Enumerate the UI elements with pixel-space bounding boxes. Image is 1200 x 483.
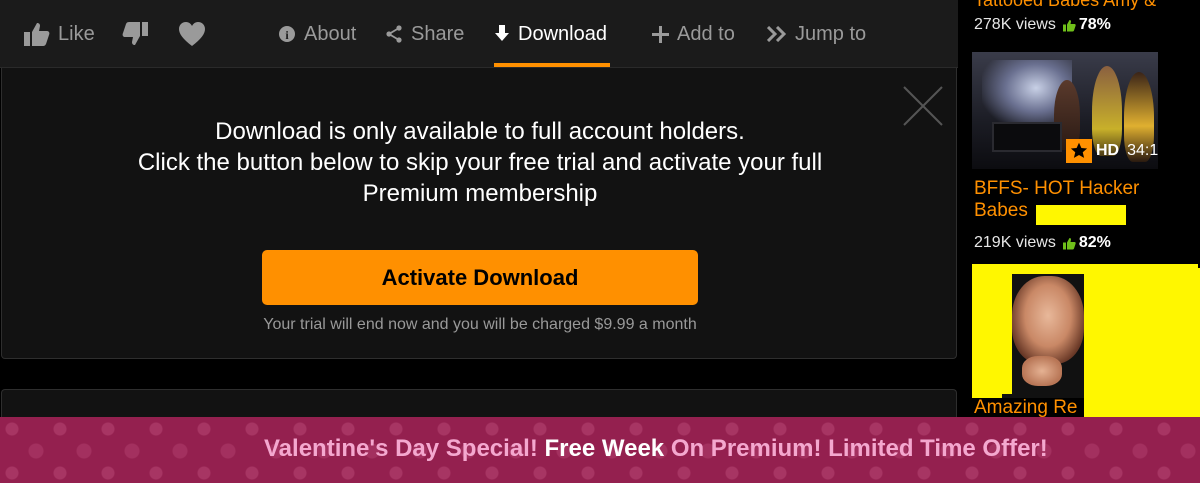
- promo-part-1: Valentine's Day Special!: [264, 435, 538, 462]
- like-button[interactable]: Like: [22, 0, 95, 68]
- share-icon: [385, 25, 403, 43]
- promo-highlight: Free Week: [544, 435, 665, 462]
- rating-thumb-icon: [1062, 19, 1076, 32]
- activate-download-button[interactable]: Activate Download: [262, 250, 698, 305]
- monitor-shape: [992, 122, 1062, 152]
- message-line-1: Download is only available to full accou…: [215, 118, 745, 145]
- info-icon: i: [278, 25, 296, 43]
- trial-note: Your trial will end now and you will be …: [263, 316, 697, 333]
- view-count: 278K views: [974, 16, 1056, 33]
- plus-icon: [652, 25, 669, 43]
- active-tab-indicator: [494, 63, 610, 67]
- promo-text: Valentine's Day Special! Free Week On Pr…: [264, 435, 1048, 463]
- rating-percent: 78%: [1078, 16, 1111, 33]
- favorite-button[interactable]: [178, 0, 214, 68]
- hd-label: HD: [1096, 142, 1120, 159]
- video-thumbnail[interactable]: HD 34:14: [972, 52, 1158, 169]
- download-label: Download: [518, 22, 607, 45]
- thumbnail-image: [1012, 276, 1084, 364]
- message-line-2: Click the button below to skip your free…: [137, 149, 823, 176]
- dislike-button[interactable]: [122, 0, 158, 68]
- thumbs-up-icon: [22, 21, 50, 47]
- share-tab[interactable]: Share: [385, 0, 464, 68]
- video-title[interactable]: Amazing Re: [974, 397, 1078, 419]
- redaction-block: [1084, 268, 1200, 418]
- hd-badge: HD 34:14: [1066, 138, 1158, 164]
- download-message: Download is only available to full accou…: [2, 116, 958, 209]
- rating-thumb-icon: [1062, 237, 1076, 250]
- rating-percent: 82%: [1078, 234, 1111, 251]
- video-duration: 34:14: [1127, 142, 1158, 159]
- redaction-block: [1036, 205, 1126, 225]
- video-action-toolbar: Like i About Share Download Add to Jump …: [0, 0, 958, 68]
- double-chevron-right-icon: [767, 26, 787, 42]
- jump-to-label: Jump to: [795, 22, 867, 45]
- title-line-1: BFFS- HOT Hacker: [974, 178, 1140, 199]
- promo-banner[interactable]: Valentine's Day Special! Free Week On Pr…: [0, 417, 1200, 483]
- view-count: 219K views: [974, 234, 1056, 251]
- jump-to-tab[interactable]: Jump to: [767, 0, 866, 68]
- video-stats: 278K views 78%: [974, 16, 1111, 34]
- download-panel: Download is only available to full accou…: [1, 68, 957, 359]
- video-stats: 219K views 82%: [974, 234, 1111, 252]
- about-label: About: [304, 22, 357, 45]
- add-to-label: Add to: [677, 22, 735, 45]
- about-tab[interactable]: i About: [278, 0, 356, 68]
- download-arrow-icon: [494, 25, 510, 43]
- star-icon: [1066, 139, 1092, 163]
- share-label: Share: [411, 22, 465, 45]
- add-to-tab[interactable]: Add to: [652, 0, 735, 68]
- related-videos-sidebar: Tattooed Babes Amy & 278K views 78% HD 3…: [966, 0, 1200, 483]
- message-line-3: Premium membership: [362, 180, 598, 207]
- redaction-block: [972, 300, 1002, 398]
- heart-icon: [178, 21, 206, 47]
- video-title[interactable]: Tattooed Babes Amy &: [974, 0, 1156, 11]
- promo-part-3: On Premium! Limited Time Offer!: [670, 435, 1048, 462]
- like-label: Like: [58, 22, 95, 45]
- download-tab[interactable]: Download: [494, 0, 607, 68]
- thumbs-down-icon: [122, 21, 150, 47]
